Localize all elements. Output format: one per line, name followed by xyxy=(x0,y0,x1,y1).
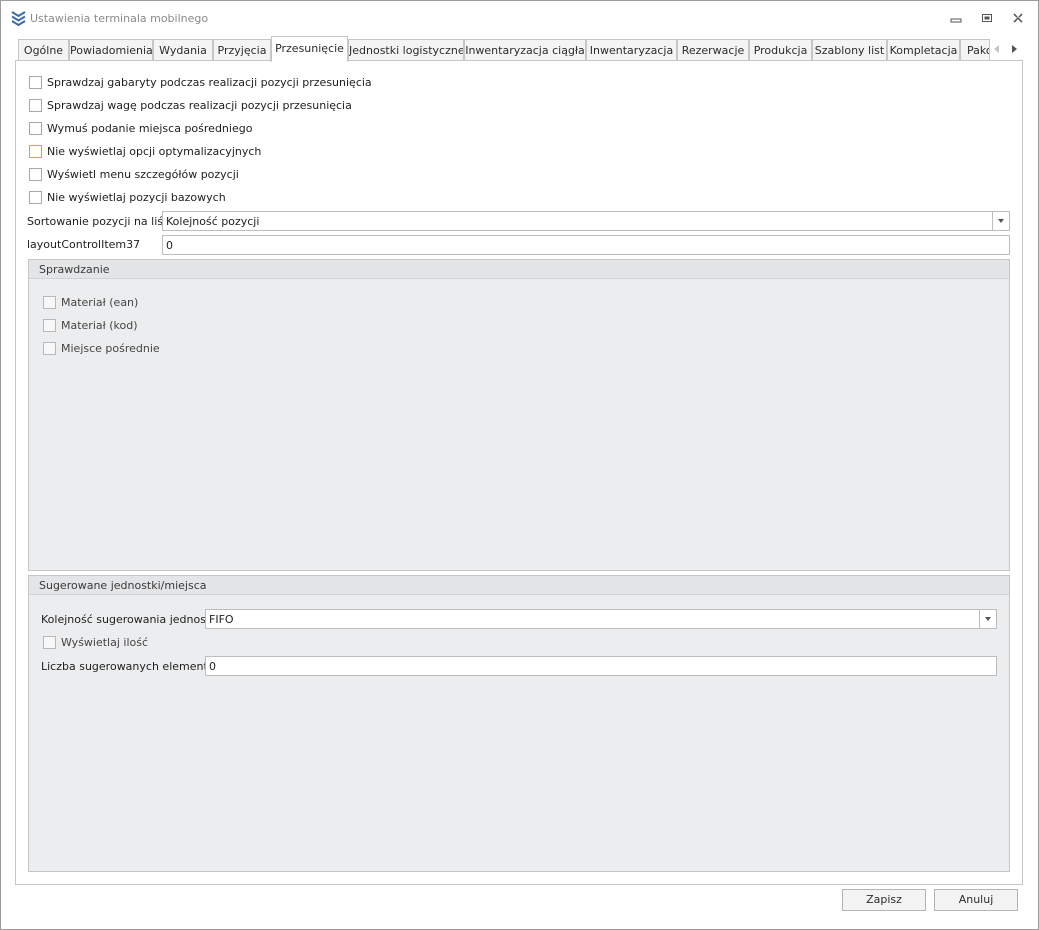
option-label: Wyświetlaj ilość xyxy=(61,636,149,649)
sort-value: Kolejność pozycji xyxy=(166,215,260,228)
tab-jednostki-logistyczne[interactable]: Jednostki logistyczne xyxy=(348,39,464,61)
tab-kompletacja[interactable]: Kompletacja xyxy=(887,39,960,61)
close-icon[interactable] xyxy=(1011,11,1025,25)
order-select[interactable]: FIFO xyxy=(205,609,997,629)
tab-pako[interactable]: Pako xyxy=(960,39,990,61)
layout-item-value: 0 xyxy=(166,239,173,252)
tab-wydania[interactable]: Wydania xyxy=(153,39,213,61)
order-label: Kolejność sugerowania jednostek xyxy=(41,613,224,626)
chevron-down-icon[interactable] xyxy=(979,610,996,628)
save-button[interactable]: Zapisz xyxy=(842,889,926,911)
stacked-chevrons-icon xyxy=(11,10,26,27)
tab-strip: Ogólne Powiadomienia Wydania Przyjęcia P… xyxy=(18,36,1023,62)
sort-select[interactable]: Kolejność pozycji xyxy=(162,211,1010,231)
tab-szablony-list[interactable]: Szablony list xyxy=(812,39,887,61)
checkbox[interactable] xyxy=(29,99,42,112)
option-label: Wymuś podanie miejsca pośredniego xyxy=(47,122,253,135)
option-label: Materiał (kod) xyxy=(61,319,138,332)
tab-przyjecia[interactable]: Przyjęcia xyxy=(213,39,271,61)
layout-item-label: layoutControlItem37 xyxy=(27,238,141,251)
tab-powiadomienia[interactable]: Powiadomienia xyxy=(69,39,153,61)
tab-scroll-left-icon[interactable] xyxy=(991,43,1003,55)
tab-inwentaryzacja[interactable]: Inwentaryzacja xyxy=(586,39,677,61)
checkbox[interactable] xyxy=(29,76,42,89)
group-title: Sugerowane jednostki/miejsca xyxy=(39,579,207,592)
group-title: Sprawdzanie xyxy=(39,263,110,276)
count-value: 0 xyxy=(209,660,216,673)
cancel-button[interactable]: Anuluj xyxy=(934,889,1018,911)
option-label: Sprawdzaj gabaryty podczas realizacji po… xyxy=(47,76,372,89)
layout-item-input[interactable]: 0 xyxy=(162,235,1010,255)
group-suggested: Sugerowane jednostki/miejsca Kolejność s… xyxy=(28,575,1010,872)
count-input[interactable]: 0 xyxy=(205,656,997,676)
option-label: Nie wyświetlaj pozycji bazowych xyxy=(47,191,226,204)
tab-scroll-right-icon[interactable] xyxy=(1008,43,1020,55)
group-header: Sugerowane jednostki/miejsca xyxy=(29,576,1009,595)
option-label: Sprawdzaj wagę podczas realizacji pozycj… xyxy=(47,99,352,112)
restore-icon[interactable] xyxy=(980,11,994,25)
sort-label: Sortowanie pozycji na liście xyxy=(27,215,179,228)
tab-page-przesuniecie: Sprawdzaj gabaryty podczas realizacji po… xyxy=(15,60,1023,885)
checkbox[interactable] xyxy=(43,319,56,332)
checkbox[interactable] xyxy=(43,636,56,649)
checkbox[interactable] xyxy=(29,168,42,181)
checkbox[interactable] xyxy=(29,122,42,135)
tab-przesuniecie[interactable]: Przesunięcie xyxy=(271,36,348,62)
tab-rezerwacje[interactable]: Rezerwacje xyxy=(677,39,749,61)
checkbox[interactable] xyxy=(43,342,56,355)
title-bar: Ustawienia terminala mobilnego xyxy=(1,1,1038,35)
option-label: Nie wyświetlaj opcji optymalizacyjnych xyxy=(47,145,262,158)
tab-produkcja[interactable]: Produkcja xyxy=(749,39,812,61)
checkbox[interactable] xyxy=(43,296,56,309)
checkbox[interactable] xyxy=(29,145,42,158)
order-value: FIFO xyxy=(209,613,234,626)
count-label: Liczba sugerowanych elementów xyxy=(41,660,224,673)
tab-ogolne[interactable]: Ogólne xyxy=(18,39,69,61)
window-title: Ustawienia terminala mobilnego xyxy=(30,12,209,25)
settings-window: Ustawienia terminala mobilnego Ogólne Po… xyxy=(0,0,1039,930)
option-label: Miejsce pośrednie xyxy=(61,342,160,355)
chevron-down-icon[interactable] xyxy=(992,212,1009,230)
option-label: Materiał (ean) xyxy=(61,296,139,309)
checkbox[interactable] xyxy=(29,191,42,204)
group-header: Sprawdzanie xyxy=(29,260,1009,279)
minimize-icon[interactable] xyxy=(949,11,963,25)
option-label: Wyświetl menu szczegółów pozycji xyxy=(47,168,239,181)
tab-inwentaryzacja-ciagla[interactable]: Inwentaryzacja ciągła xyxy=(464,39,586,61)
group-checking: Sprawdzanie Materiał (ean) Materiał (kod… xyxy=(28,259,1010,571)
